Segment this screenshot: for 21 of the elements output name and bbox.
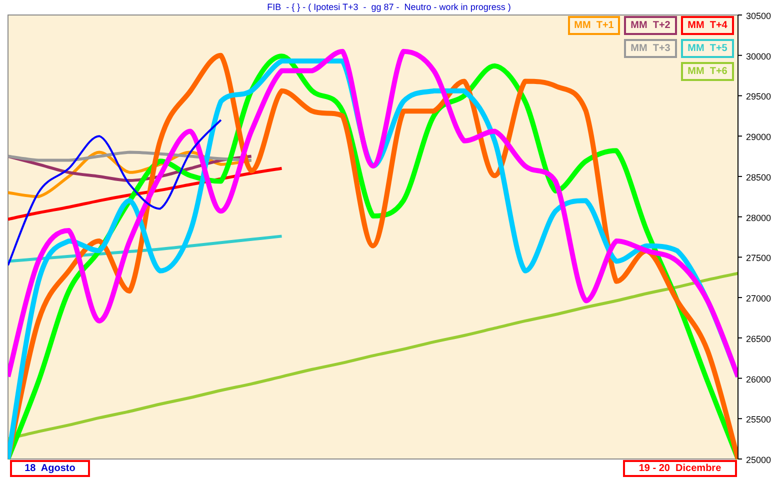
chart-title: FIB - { } - ( Ipotesi T+3 - gg 87 - Neutro - work in progress ) (267, 2, 511, 12)
axis-label: 28000 (746, 212, 772, 223)
axis-label: 27000 (746, 294, 772, 304)
legend-item: MM T+1 (568, 16, 620, 35)
axis-label: 26500 (746, 334, 772, 344)
end-date-label: 19 - 20 Dicembre (623, 460, 737, 477)
axis-label: 28500 (746, 172, 772, 182)
axis-label: 25000 (746, 455, 772, 465)
axis-label: 25500 (746, 414, 772, 425)
axis-label: 29000 (746, 132, 772, 142)
axis-label: 30000 (746, 51, 772, 62)
legend-item: MM T+2 (624, 16, 677, 35)
axis-label: 30500 (746, 11, 772, 21)
axis-label: 29500 (746, 92, 772, 102)
start-date-label: 18 Agosto (10, 460, 90, 477)
legend-item: MM T+4 (681, 16, 734, 35)
legend-item: MM T+3 (624, 39, 677, 58)
legend-item: MM T+5 (681, 39, 734, 58)
legend-item: MM T+6 (681, 62, 734, 81)
axis-label: 26000 (746, 374, 772, 384)
axis-label: 27500 (746, 253, 772, 264)
